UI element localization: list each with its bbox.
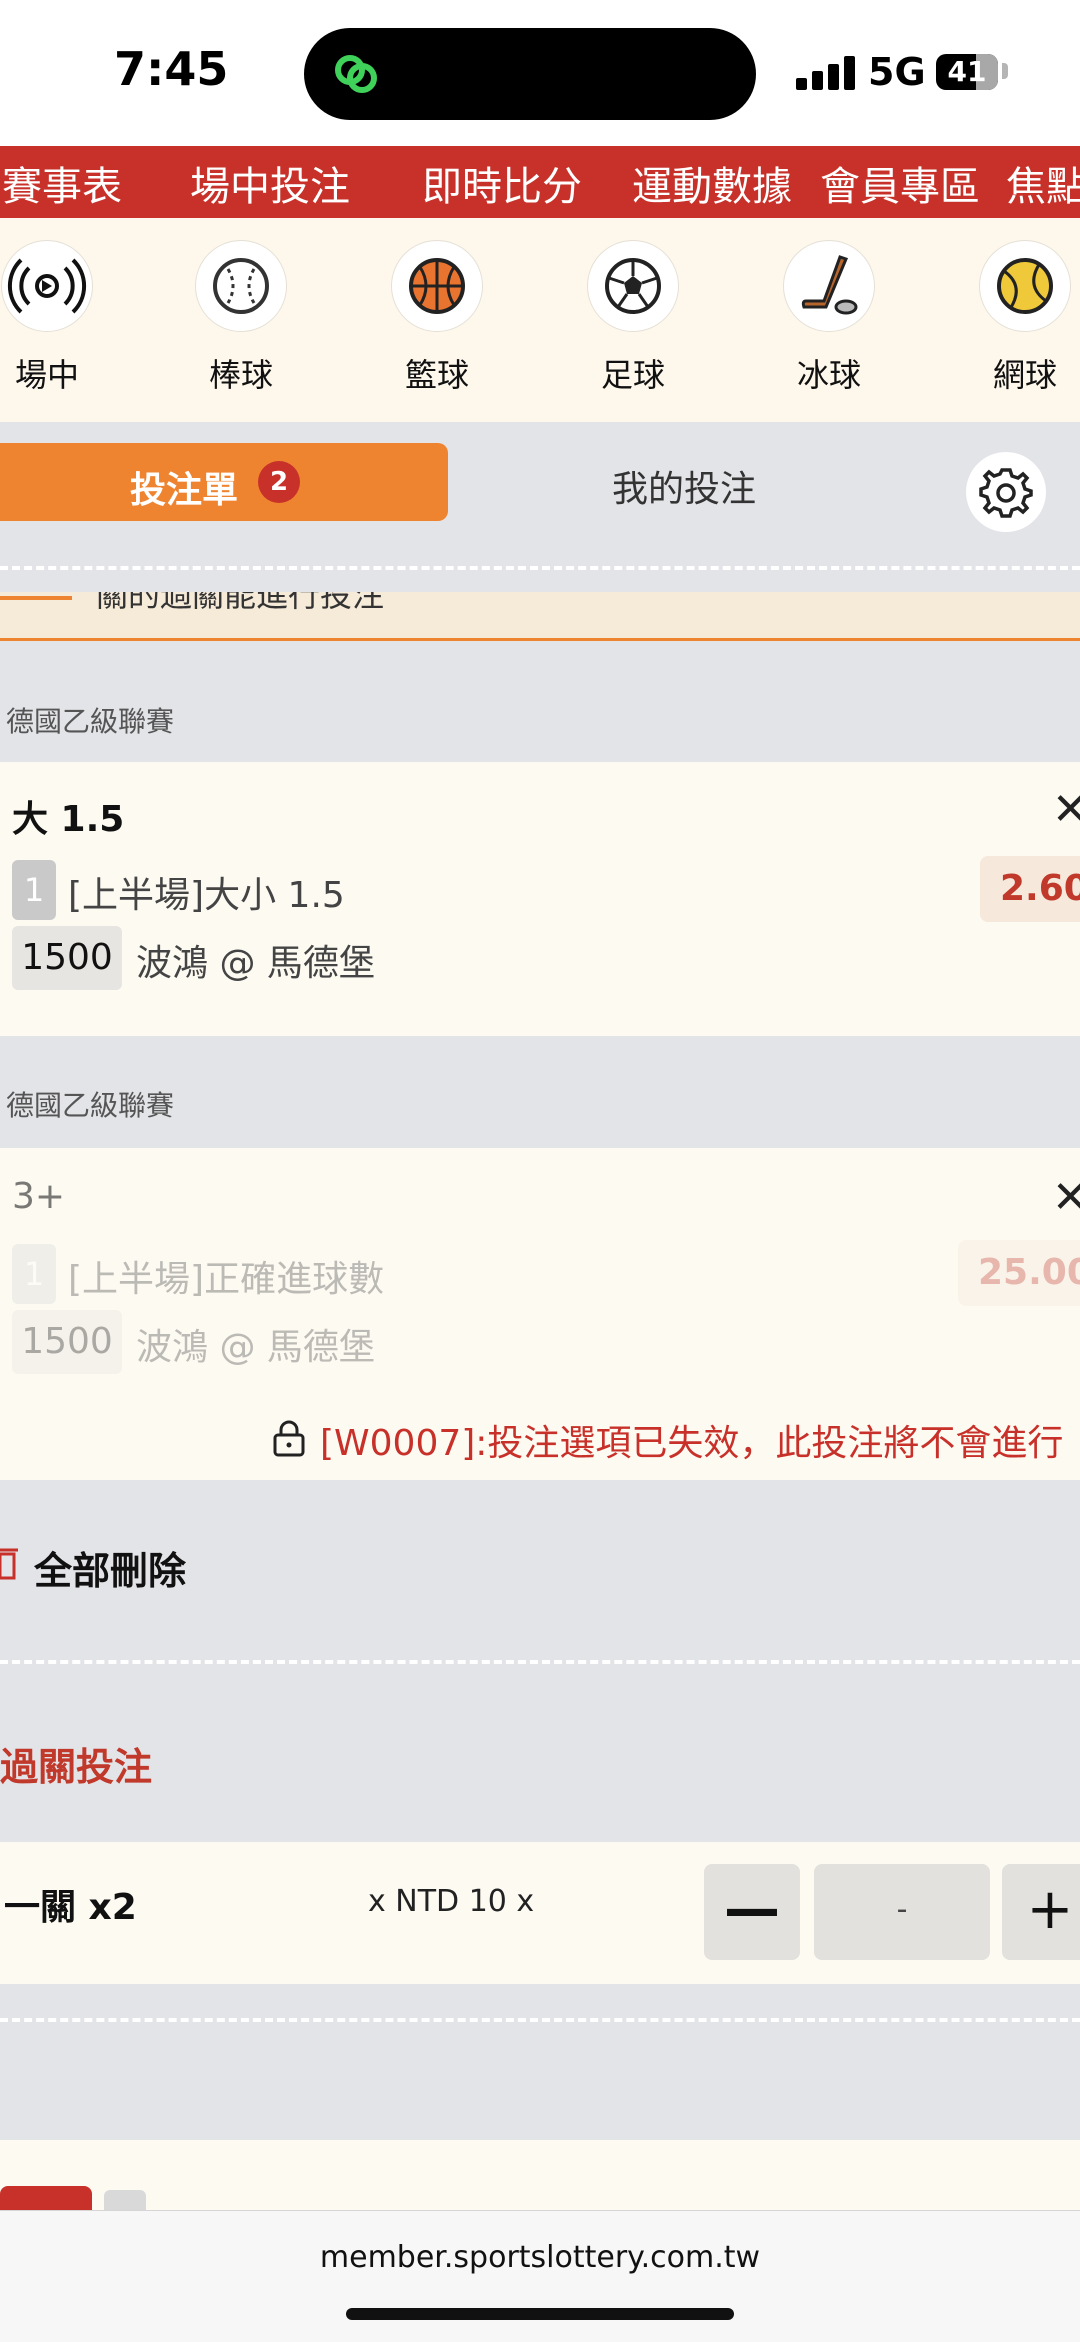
settings-button[interactable] — [966, 452, 1046, 532]
remove-bet-button[interactable]: ✕ — [1052, 1172, 1080, 1223]
next-section-peek — [0, 2140, 1080, 2210]
peek-red-tag — [0, 2186, 92, 2210]
lock-icon — [273, 1420, 305, 1457]
sport-categories: 場中 棒球 籃球 足球 冰球 網球 — [0, 218, 1080, 422]
category-soccer[interactable]: 足球 — [568, 240, 698, 396]
category-label: 棒球 — [208, 356, 273, 394]
stake-amount: 1500 — [12, 1310, 122, 1374]
link-icon — [335, 55, 377, 93]
leg-number: 1 — [12, 860, 56, 920]
gear-icon — [979, 468, 1033, 518]
parlay-unit-label: x NTD 10 x — [368, 1884, 535, 1919]
network-label: 5G — [868, 50, 926, 94]
home-indicator — [346, 2308, 734, 2320]
dynamic-island — [304, 28, 756, 120]
baseball-icon — [213, 258, 269, 314]
tab-betslip-label: 投注單 — [130, 470, 239, 511]
category-label: 冰球 — [796, 356, 861, 394]
peek-grey-tag — [104, 2190, 146, 2210]
stake-amount[interactable]: 1500 — [12, 926, 122, 990]
parlay-notice: 關的過關能進行投注 — [0, 592, 1080, 641]
tab-my-bets[interactable]: 我的投注 — [612, 460, 756, 512]
league-name: 德國乙級聯賽 — [6, 705, 175, 738]
category-baseball[interactable]: 棒球 — [176, 240, 306, 396]
hockey-icon — [801, 255, 858, 315]
betslip-count-badge: 2 — [258, 461, 300, 503]
category-tennis[interactable]: 網球 — [960, 240, 1080, 396]
tab-betslip[interactable]: 投注單 2 — [0, 443, 448, 521]
top-nav: 賽事表 場中投注 即時比分 運動數據 會員專區 焦點 — [0, 146, 1080, 218]
soccer-icon — [605, 258, 661, 314]
stake-input[interactable]: - — [814, 1864, 990, 1960]
category-label: 網球 — [992, 356, 1057, 394]
nav-member[interactable]: 會員專區 — [820, 154, 980, 212]
category-label: 籃球 — [404, 356, 469, 394]
battery-level: 41 — [947, 55, 987, 88]
category-label: 場中 — [14, 356, 79, 394]
remove-bet-button[interactable]: ✕ — [1052, 784, 1080, 835]
increase-button[interactable]: + — [1002, 1864, 1080, 1960]
nav-sports-data[interactable]: 運動數據 — [632, 154, 792, 212]
nav-focus[interactable]: 焦點 — [1006, 154, 1080, 212]
match-name: 波鴻 @ 馬德堡 — [136, 1327, 375, 1368]
category-label: 足球 — [600, 356, 665, 394]
parlay-combo-label: 一關 x2 — [4, 1887, 137, 1928]
basketball-icon — [409, 258, 465, 314]
category-live[interactable]: 場中 — [0, 240, 112, 396]
odds-value: 25.00 — [958, 1240, 1080, 1306]
notice-accent — [0, 596, 72, 600]
divider — [0, 566, 1080, 570]
nav-live-betting[interactable]: 場中投注 — [190, 154, 350, 212]
parlay-title: 過關投注 — [0, 1745, 153, 1789]
decrease-button[interactable]: — — [704, 1864, 800, 1960]
signal-icon — [796, 56, 856, 90]
nav-live-scores[interactable]: 即時比分 — [422, 154, 582, 212]
category-hockey[interactable]: 冰球 — [764, 240, 894, 396]
odds-text: 25.00 — [978, 1252, 1080, 1293]
leg-number: 1 — [12, 1244, 56, 1304]
url-text[interactable]: member.sportslottery.com.tw — [0, 2240, 1080, 2275]
clock: 7:45 — [114, 42, 229, 96]
odds-text: 2.60 — [1000, 868, 1080, 909]
selection-title: 3+ — [12, 1176, 66, 1217]
market-name: [上半場]正確進球數 — [68, 1259, 385, 1300]
trash-icon[interactable] — [0, 1546, 18, 1582]
odds-value: 2.60 — [980, 856, 1080, 922]
invalid-bet-warning: [W0007]:投注選項已失效，此投注將不會進行 — [320, 1423, 1064, 1464]
live-broadcast-icon — [7, 258, 87, 314]
selection-title: 大 1.5 — [12, 799, 125, 840]
match-name: 波鴻 @ 馬德堡 — [136, 943, 375, 984]
tennis-icon — [997, 258, 1053, 314]
category-basketball[interactable]: 籃球 — [372, 240, 502, 396]
divider — [0, 1660, 1080, 1664]
market-name: [上半場]大小 1.5 — [68, 875, 345, 916]
battery-tip — [1002, 63, 1008, 79]
browser-url-bar — [0, 2210, 1080, 2342]
battery-icon: 41 — [936, 54, 998, 90]
delete-all-button[interactable]: 全部刪除 — [34, 1540, 186, 1595]
divider — [0, 2018, 1080, 2022]
league-name: 德國乙級聯賽 — [6, 1089, 175, 1122]
nav-schedule[interactable]: 賽事表 — [2, 154, 122, 212]
notice-text: 關的過關能進行投注 — [96, 592, 385, 614]
